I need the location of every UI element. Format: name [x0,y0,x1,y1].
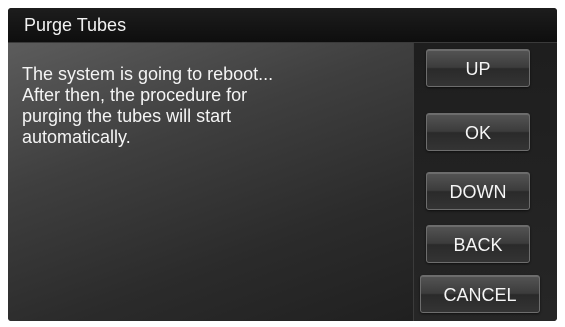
message-text: The system is going to reboot... After t… [22,64,402,148]
message-line: After then, the procedure for [22,85,248,105]
ok-button[interactable]: OK [426,113,530,151]
message-line: purging the tubes will start [22,106,232,126]
page-title: Purge Tubes [24,15,127,35]
cancel-button[interactable]: CANCEL [420,275,540,313]
up-button[interactable]: UP [426,49,530,87]
back-button[interactable]: BACK [426,225,530,263]
title-bar: Purge Tubes [8,8,557,43]
down-button[interactable]: DOWN [426,172,530,210]
message-panel: The system is going to reboot... After t… [8,43,413,321]
message-line: automatically. [22,127,131,147]
message-line: The system is going to reboot... [22,64,274,84]
